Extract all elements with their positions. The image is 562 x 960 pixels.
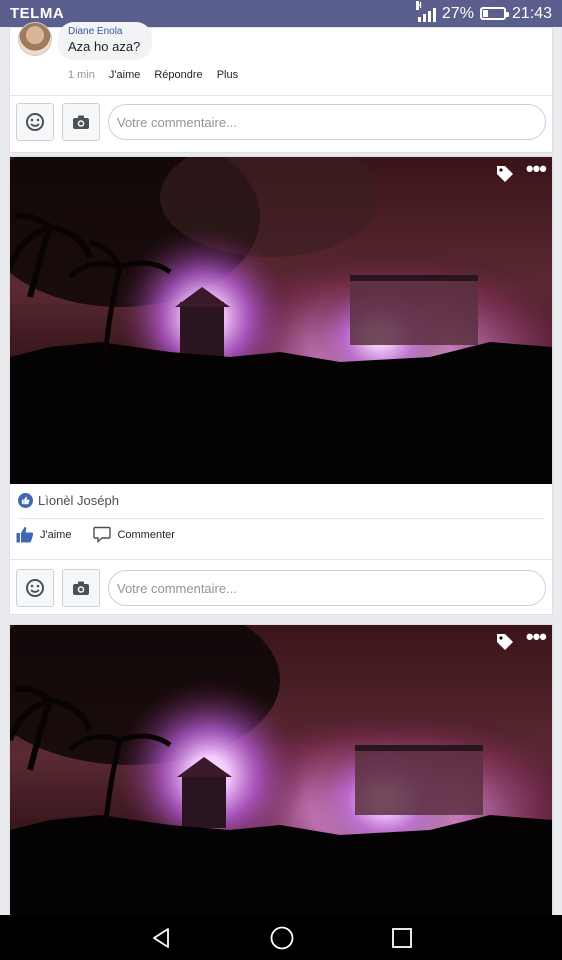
like-label: J'aime	[40, 528, 72, 541]
more-icon[interactable]: •••	[526, 158, 547, 180]
comment-composer	[16, 569, 546, 607]
smiley-icon	[26, 113, 44, 131]
tag-icon	[497, 634, 513, 650]
photo-post: ••• Lìonèl Joséph J'aime Commenter	[9, 156, 553, 615]
post-photo[interactable]: •••	[10, 157, 552, 484]
battery-icon	[479, 7, 509, 20]
comment-icon	[93, 526, 112, 543]
comment-more-link[interactable]: Plus	[217, 69, 238, 81]
battery-percent: 27%	[441, 4, 474, 22]
tag-button[interactable]	[496, 165, 514, 183]
signal-icon: H	[415, 0, 436, 22]
likes-summary[interactable]: Lìonèl Joséph	[18, 493, 119, 508]
comment-reply-link[interactable]: Répondre	[154, 69, 202, 81]
like-icon	[16, 526, 34, 543]
post-photo[interactable]: •••	[10, 625, 552, 916]
navigation-bar	[0, 915, 562, 960]
photo-button[interactable]	[62, 103, 100, 141]
emoji-button[interactable]	[16, 103, 54, 141]
like-button[interactable]: J'aime	[16, 526, 71, 543]
divider	[10, 559, 552, 560]
comment-bubble: Diane Enola Aza ho aza?	[58, 22, 153, 60]
comment-composer	[16, 103, 546, 141]
camera-icon	[73, 115, 89, 129]
recents-icon[interactable]	[391, 927, 413, 949]
camera-icon	[73, 581, 89, 595]
comment-button[interactable]: Commenter	[93, 526, 175, 543]
divider	[10, 95, 552, 96]
more-icon[interactable]: •••	[526, 626, 547, 648]
liker-name[interactable]: Lìonèl Joséph	[38, 493, 119, 508]
comment: Diane Enola Aza ho aza?	[18, 22, 153, 60]
home-icon[interactable]	[269, 925, 295, 951]
comment-label: Commenter	[117, 528, 175, 541]
avatar[interactable]	[18, 22, 52, 56]
post-actions: J'aime Commenter	[16, 526, 175, 543]
like-badge-icon	[18, 493, 33, 508]
photo-button[interactable]	[62, 569, 100, 607]
comment-like-link[interactable]: J'aime	[109, 69, 140, 81]
clock: 21:43	[511, 4, 552, 22]
comment-author[interactable]: Diane Enola	[68, 26, 140, 37]
comment-input[interactable]	[108, 570, 546, 606]
comment-time: 1 min	[68, 69, 95, 81]
comment-meta: 1 min J'aime Répondre Plus	[68, 69, 238, 81]
back-icon[interactable]	[149, 926, 173, 950]
comment-card: Diane Enola Aza ho aza? 1 min J'aime Rép…	[9, 22, 553, 153]
emoji-button[interactable]	[16, 569, 54, 607]
comment-input[interactable]	[108, 104, 546, 140]
comment-text: Aza ho aza?	[68, 39, 141, 54]
smiley-icon	[26, 579, 44, 597]
tag-button[interactable]	[496, 633, 514, 651]
divider	[18, 518, 544, 519]
tag-icon	[497, 166, 513, 182]
photo-post: •••	[9, 624, 553, 916]
carrier-name: TELMA	[10, 5, 65, 22]
